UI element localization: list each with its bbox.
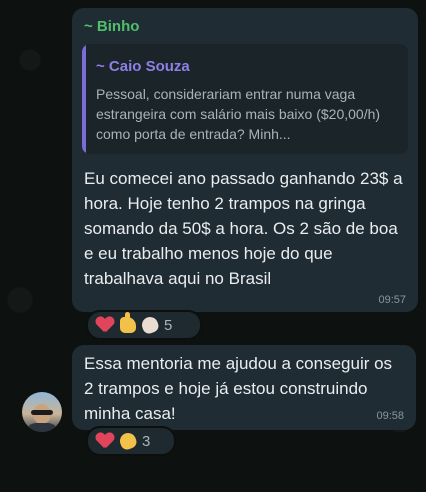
quoted-message[interactable]: ~ Caio Souza Pessoal, considerariam entr…: [82, 44, 408, 154]
reaction-count: 5: [164, 316, 173, 334]
quote-accent-bar: [82, 44, 86, 154]
reaction-count: 3: [142, 432, 151, 450]
clap-icon: [117, 430, 139, 452]
heart-icon: [96, 316, 114, 334]
avatar-glasses: [31, 410, 53, 415]
avatar-shirt: [26, 423, 58, 432]
thumbs-up-icon: [120, 312, 136, 333]
avatar[interactable]: [22, 392, 62, 432]
sender-name[interactable]: ~ Binho: [84, 18, 139, 35]
reactions-bar[interactable]: 3: [86, 426, 176, 456]
quote-author: ~ Caio Souza: [96, 58, 190, 75]
message-bubble[interactable]: ~ Binho ~ Caio Souza Pessoal, considerar…: [72, 8, 418, 312]
reactions-bar[interactable]: 5: [86, 310, 202, 340]
message-timestamp: 09:58: [376, 410, 404, 422]
message-text: Essa mentoria me ajudou a conseguir os 2…: [84, 354, 393, 423]
clap-icon: [139, 314, 161, 336]
message-text: Eu comecei ano passado ganhando 23$ a ho…: [84, 169, 403, 288]
quote-text: Pessoal, considerariam entrar numa vaga …: [96, 86, 381, 142]
message-timestamp: 09:57: [378, 294, 406, 306]
heart-icon: [96, 432, 114, 450]
message-bubble[interactable]: Essa mentoria me ajudou a conseguir os 2…: [72, 345, 416, 430]
